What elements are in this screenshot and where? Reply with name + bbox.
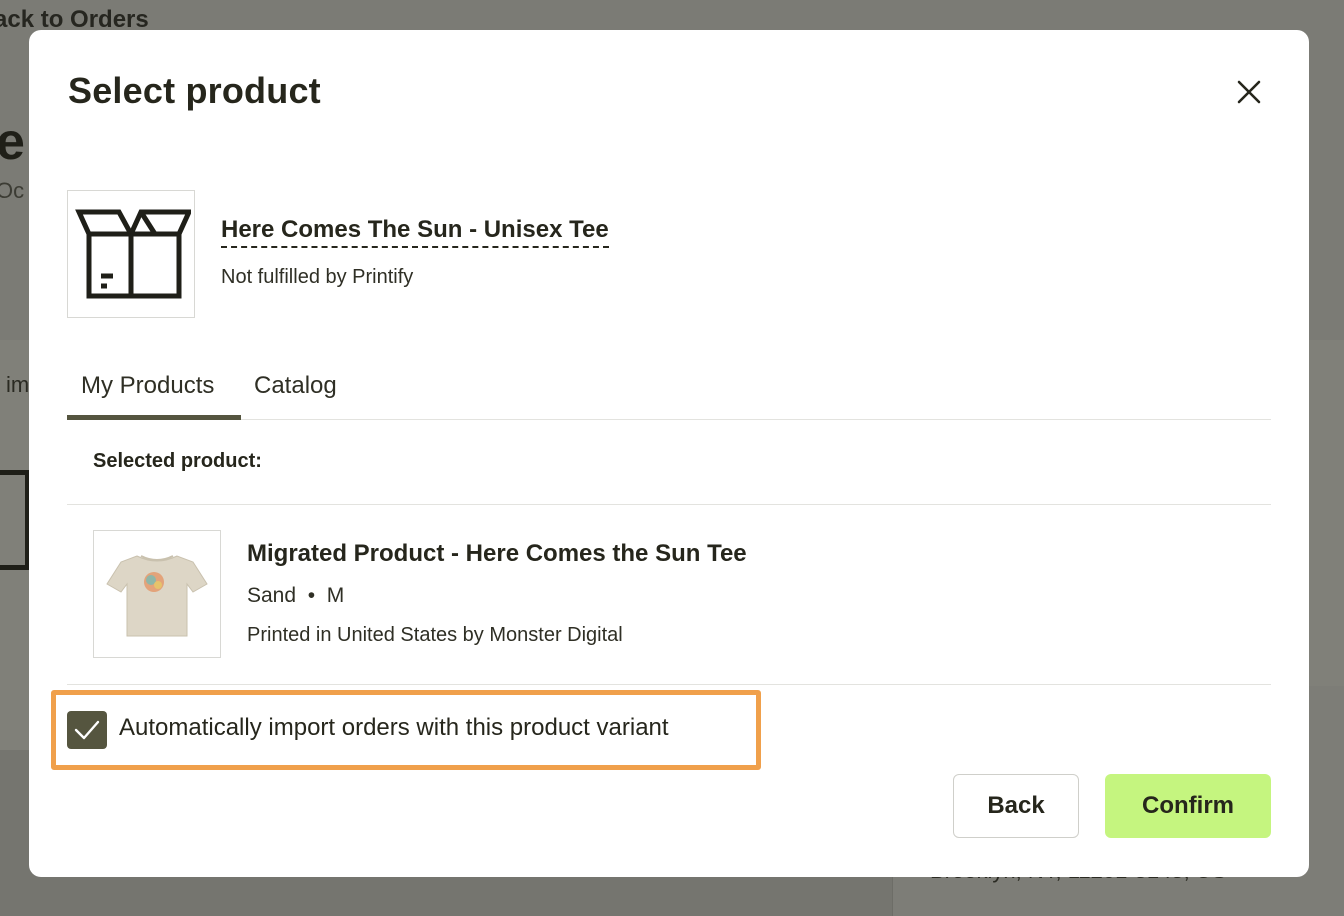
back-button[interactable]: Back <box>953 774 1079 838</box>
select-product-modal: Select product Here Comes The Sun - Unis… <box>29 30 1309 877</box>
product-source-tabs: My Products Catalog <box>67 360 1271 420</box>
modal-title: Select product <box>68 70 321 111</box>
selected-product-name: Migrated Product - Here Comes the Sun Te… <box>247 540 747 567</box>
confirm-button[interactable]: Confirm <box>1105 774 1271 838</box>
active-tab-indicator <box>67 415 241 420</box>
selected-product-provider: Printed in United States by Monster Digi… <box>247 624 623 646</box>
background-box-icon <box>0 470 30 570</box>
background-title: e <box>0 113 25 171</box>
box-icon <box>75 209 191 299</box>
divider <box>67 684 1271 685</box>
selected-product-thumbnail <box>93 530 221 658</box>
background-card-text: im <box>6 372 30 397</box>
source-product-name[interactable]: Here Comes The Sun - Unisex Tee <box>221 216 609 248</box>
auto-import-checkbox[interactable] <box>67 711 107 749</box>
close-icon[interactable] <box>1231 74 1267 110</box>
divider <box>67 504 1271 505</box>
background-date: Oc <box>0 178 25 203</box>
source-product-thumbnail <box>67 190 195 318</box>
auto-import-label[interactable]: Automatically import orders with this pr… <box>119 714 669 742</box>
check-icon <box>74 720 100 740</box>
selected-product-variant: Sand • M <box>247 584 345 607</box>
source-product-status: Not fulfilled by Printify <box>221 266 414 288</box>
tshirt-icon <box>106 555 208 637</box>
selected-product-label: Selected product: <box>93 450 262 472</box>
tab-my-products[interactable]: My Products <box>81 372 214 400</box>
tab-catalog[interactable]: Catalog <box>254 372 337 400</box>
